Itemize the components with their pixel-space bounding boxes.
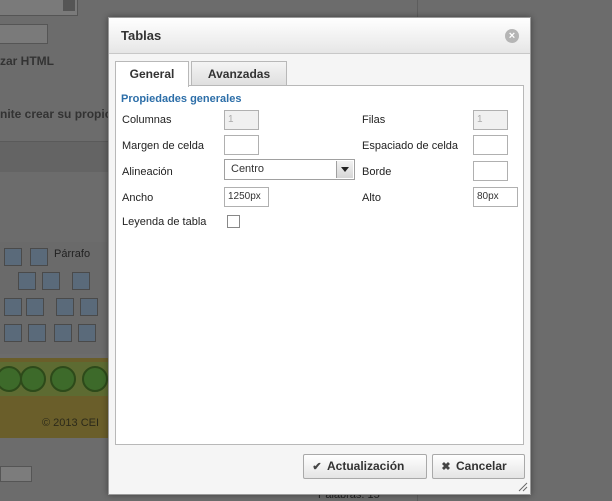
- flower-icon: [82, 366, 108, 392]
- scrollbar: [0, 466, 32, 482]
- background-text: zar HTML: [0, 54, 54, 68]
- close-icon: ✖: [441, 461, 451, 473]
- chevron-down-icon: [63, 0, 75, 11]
- resize-handle-icon[interactable]: [518, 482, 528, 492]
- filas-input: 1: [473, 110, 508, 130]
- leyenda-checkbox[interactable]: [227, 215, 240, 228]
- background-select: [0, 0, 78, 16]
- ancho-input[interactable]: 1250px: [224, 187, 269, 207]
- insert-row-icon: [56, 298, 74, 316]
- dialog-title: Tablas: [121, 28, 162, 43]
- cancel-button-label: Cancelar: [456, 459, 507, 473]
- alto-input[interactable]: 80px: [473, 187, 518, 207]
- espaciado-input[interactable]: [473, 135, 508, 155]
- chevron-down-icon[interactable]: [336, 161, 353, 178]
- background-band: [0, 142, 108, 172]
- check-icon: ✔: [312, 461, 322, 473]
- align-icon: [4, 248, 22, 266]
- paste-text-icon: [42, 272, 60, 290]
- margen-input[interactable]: [224, 135, 259, 155]
- form-icon: [78, 324, 96, 342]
- copyright-text: © 2013 CEI: [42, 417, 100, 429]
- close-icon[interactable]: ×: [505, 29, 519, 43]
- flower-icon: [20, 366, 46, 392]
- borde-input[interactable]: [473, 161, 508, 181]
- indent-icon: [72, 272, 90, 290]
- paste-icon: [18, 272, 36, 290]
- filas-label: Filas: [362, 114, 386, 126]
- columnas-input: 1: [224, 110, 259, 130]
- espaciado-label: Espaciado de celda: [362, 140, 459, 152]
- format-select-label: Párrafo: [54, 248, 91, 260]
- cancel-button[interactable]: ✖ Cancelar: [432, 454, 525, 479]
- spellcheck-icon: [54, 324, 72, 342]
- alineacion-label: Alineación: [122, 166, 173, 178]
- image-icon: [28, 324, 46, 342]
- table-properties-dialog: Tablas × General Avanzadas Propiedades g…: [108, 17, 531, 495]
- update-button-label: Actualización: [327, 459, 405, 473]
- table-row-icon: [26, 298, 44, 316]
- ancho-label: Ancho: [122, 192, 154, 204]
- dialog-header: Tablas ×: [109, 18, 530, 54]
- flower-icon: [50, 366, 76, 392]
- alineacion-select[interactable]: Centro: [224, 159, 355, 180]
- quote-icon: [30, 248, 48, 266]
- background-input: [0, 24, 48, 44]
- leyenda-label: Leyenda de tabla: [122, 216, 207, 228]
- section-title: Propiedades generales: [121, 93, 242, 105]
- margen-label: Margen de celda: [122, 140, 204, 152]
- table-icon: [4, 298, 22, 316]
- tab-avanzadas[interactable]: Avanzadas: [191, 61, 287, 86]
- delete-row-icon: [80, 298, 98, 316]
- borde-label: Borde: [362, 166, 392, 178]
- alto-label: Alto: [362, 192, 381, 204]
- general-panel: Propiedades generales Columnas 1 Filas 1…: [115, 85, 524, 445]
- columnas-label: Columnas: [122, 114, 172, 126]
- background-text: nite crear su propio: [0, 107, 113, 121]
- tab-general[interactable]: General: [115, 61, 189, 87]
- link-icon: [4, 324, 22, 342]
- alineacion-value: Centro: [231, 163, 265, 175]
- update-button[interactable]: ✔ Actualización: [303, 454, 427, 479]
